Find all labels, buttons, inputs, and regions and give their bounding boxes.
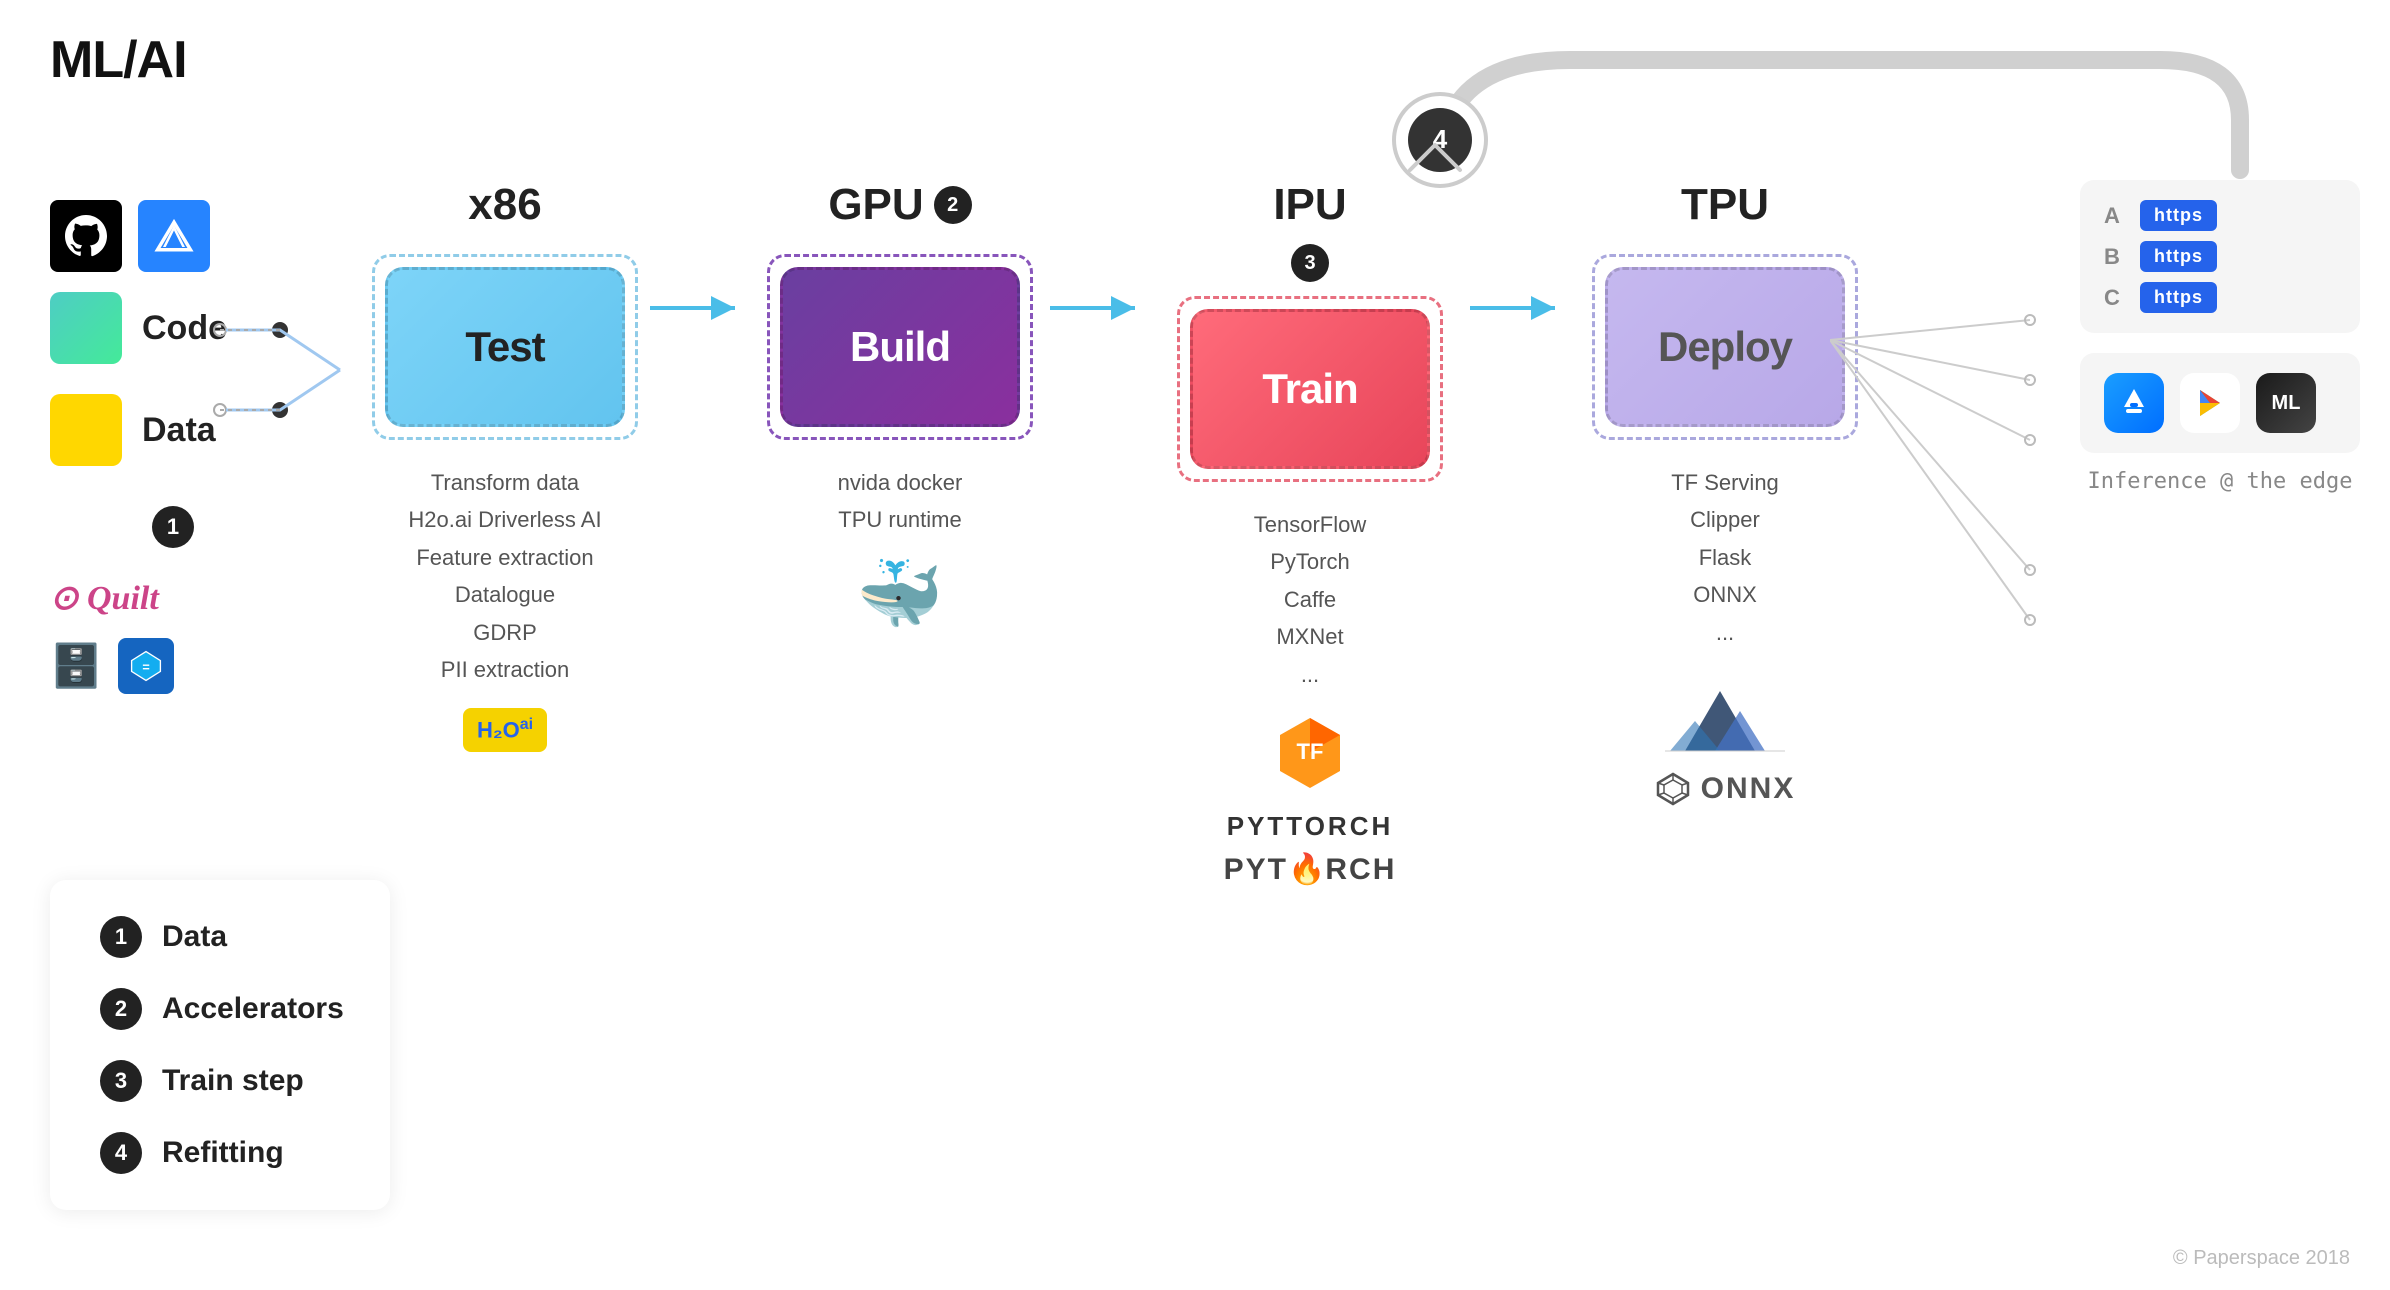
onnx-logo: ONNX <box>1655 771 1796 807</box>
deploy-box: Deploy <box>1605 267 1845 427</box>
vcs-icons <box>50 200 280 272</box>
badge-1: 1 <box>152 506 194 548</box>
svg-text:TF: TF <box>1297 739 1324 764</box>
svg-text:=: = <box>143 660 150 674</box>
legend-accelerators: 2 Accelerators <box>100 988 340 1030</box>
endpoint-c: C https <box>2104 282 2336 313</box>
deploy-notes: TF ServingClipperFlaskONNX... <box>1671 464 1779 651</box>
legend-label-accelerators: Accelerators <box>162 992 344 1026</box>
legend-badge-2: 2 <box>100 988 142 1030</box>
gpu-heading: GPU 2 <box>828 180 971 230</box>
tensorflow-icon: TF PYTTORCH <box>1227 713 1394 842</box>
refitting-arrow: 4 <box>680 30 2260 190</box>
s3-icon: 🗄️ <box>50 642 102 691</box>
build-stage: GPU 2 Build nvida dockerTPU runtime 🐳 <box>750 180 1050 629</box>
train-notes: TensorFlowPyTorchCaffeMXNet... <box>1254 506 1366 693</box>
legend-refitting: 4 Refitting <box>100 1132 340 1174</box>
badge-3: 3 <box>1291 244 1329 282</box>
data-icon <box>50 394 122 466</box>
inference-label: Inference @ the edge <box>2080 469 2360 494</box>
endpoint-b: B https <box>2104 241 2336 272</box>
ipu-heading: IPU <box>1273 180 1346 230</box>
legend: 1 Data 2 Accelerators 3 Train step 4 Ref… <box>50 880 390 1210</box>
legend-train-step: 3 Train step <box>100 1060 340 1102</box>
app-store-icon <box>2104 373 2164 433</box>
apps-box: ML <box>2080 353 2360 453</box>
legend-label-refitting: Refitting <box>162 1136 284 1170</box>
h2o-icon: H₂Oai <box>463 708 547 751</box>
pytorch-logo: PYT🔥RCH <box>1224 852 1397 887</box>
test-stage: x86 Test Transform dataH2o.ai Driverless… <box>360 180 650 752</box>
build-box: Build <box>780 267 1020 427</box>
legend-badge-4: 4 <box>100 1132 142 1174</box>
arrow-2 <box>1050 288 1150 328</box>
arrow-3 <box>1470 288 1570 328</box>
badge-2: 2 <box>934 186 972 224</box>
test-box: Test <box>385 267 625 427</box>
code-icon <box>50 292 122 364</box>
play-store-icon <box>2180 373 2240 433</box>
legend-badge-1: 1 <box>100 916 142 958</box>
train-box: Train <box>1190 309 1430 469</box>
funnel-lines <box>200 270 360 470</box>
legend-badge-3: 3 <box>100 1060 142 1102</box>
github-icon <box>50 200 122 272</box>
arrow-1 <box>650 288 750 328</box>
legend-data: 1 Data <box>100 916 340 958</box>
clipper-icon <box>1665 671 1785 761</box>
inference-area: A https B https C https <box>2080 180 2360 494</box>
copyright: © Paperspace 2018 <box>2173 1247 2350 1270</box>
dvc-icon: = <box>118 638 174 694</box>
endpoints-box: A https B https C https <box>2080 180 2360 333</box>
build-notes: nvida dockerTPU runtime <box>838 464 963 539</box>
legend-label-train-step: Train step <box>162 1064 304 1098</box>
test-notes: Transform dataH2o.ai Driverless AIFeatur… <box>408 464 601 688</box>
storage-icons: 🗄️ = <box>50 638 280 694</box>
endpoint-a: A https <box>2104 200 2336 231</box>
x86-heading: x86 <box>468 180 541 230</box>
quilt-logo: ⊙ Quilt <box>50 578 280 618</box>
legend-label-data: Data <box>162 920 227 954</box>
train-stage: IPU 3 Train TensorFlowPyTorchCaffeMXNet.… <box>1150 180 1470 887</box>
bitbucket-icon <box>138 200 210 272</box>
docker-icon: 🐳 <box>856 559 943 629</box>
page-title: ML/AI <box>50 30 187 90</box>
tpu-heading: TPU <box>1681 180 1769 230</box>
ml-edge-icon: ML <box>2256 373 2316 433</box>
